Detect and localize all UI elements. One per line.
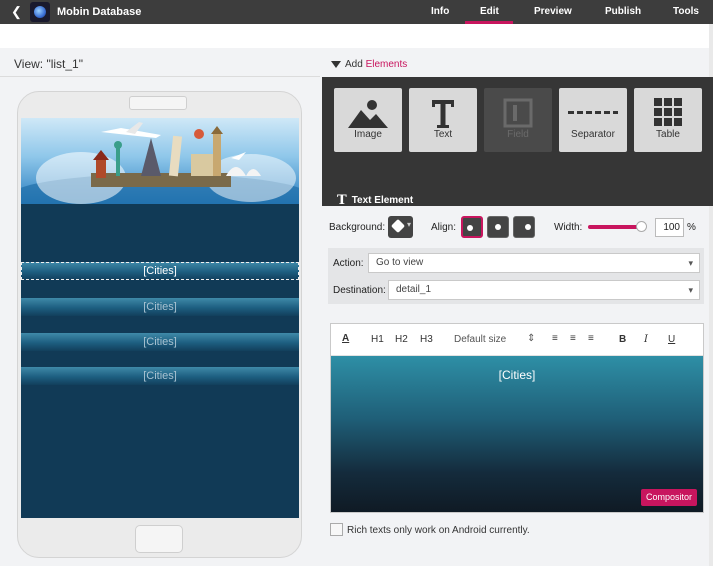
width-unit: % bbox=[687, 222, 696, 233]
add-elements-label: Add bbox=[345, 59, 363, 70]
width-input[interactable] bbox=[655, 218, 684, 237]
sub-header bbox=[0, 24, 713, 48]
align-center-button[interactable] bbox=[487, 216, 509, 238]
add-elements-toggle[interactable]: Add Elements bbox=[331, 59, 407, 70]
action-label: Action: bbox=[333, 258, 364, 269]
align-center-text-icon[interactable]: ≡ bbox=[570, 333, 576, 344]
tool-label: Image bbox=[354, 129, 382, 140]
tab-tools[interactable]: Tools bbox=[673, 6, 699, 17]
phone-screen: [Cities] [Cities] [Cities] [Cities] bbox=[21, 118, 299, 518]
text-icon bbox=[432, 100, 454, 128]
bold-button[interactable]: B bbox=[619, 334, 626, 345]
element-title: T Text Element bbox=[337, 193, 413, 208]
info-image-icon bbox=[330, 523, 343, 536]
text-icon: T bbox=[337, 193, 347, 208]
editor-toolbar: A H1 H2 H3 Default size ⇕ ≡ ≡ ≡ B I U bbox=[331, 324, 703, 356]
editor-text[interactable]: [Cities] bbox=[331, 368, 703, 382]
action-select[interactable]: Go to view bbox=[368, 253, 700, 273]
tool-label: Separator bbox=[571, 129, 615, 140]
android-note-text: Rich texts only work on Android currentl… bbox=[347, 525, 530, 536]
view-title: View: "list_1" bbox=[14, 57, 83, 71]
italic-button[interactable]: I bbox=[644, 334, 648, 345]
tool-table-button[interactable]: Table bbox=[634, 88, 702, 152]
tool-label: Table bbox=[656, 129, 680, 140]
phone-home-button bbox=[135, 525, 183, 553]
destination-select[interactable]: detail_1 bbox=[388, 280, 700, 300]
h1-button[interactable]: H1 bbox=[371, 334, 384, 345]
field-icon bbox=[503, 98, 533, 128]
font-size-select[interactable]: Default size bbox=[454, 334, 506, 345]
paint-bucket-icon bbox=[390, 218, 406, 234]
tab-publish[interactable]: Publish bbox=[605, 6, 641, 17]
align-right-icon bbox=[525, 224, 531, 230]
width-label: Width: bbox=[554, 222, 583, 233]
tool-label: Field bbox=[507, 129, 529, 140]
align-right-button[interactable] bbox=[513, 216, 535, 238]
align-left-button[interactable] bbox=[461, 216, 483, 238]
tool-text-button[interactable]: Text bbox=[409, 88, 477, 152]
destination-label: Destination: bbox=[333, 285, 386, 296]
sort-arrows-icon: ⇕ bbox=[527, 333, 536, 344]
h3-button[interactable]: H3 bbox=[420, 334, 433, 345]
background-picker-button[interactable] bbox=[388, 216, 413, 238]
table-icon bbox=[654, 98, 682, 126]
tool-field-button: Field bbox=[484, 88, 552, 152]
tool-label: Text bbox=[433, 129, 453, 140]
list-item[interactable]: [Cities] bbox=[21, 367, 299, 385]
android-note: Rich texts only work on Android currentl… bbox=[330, 523, 530, 536]
app-logo bbox=[30, 2, 50, 22]
underline-button[interactable]: U bbox=[668, 334, 675, 345]
list-item[interactable]: [Cities] bbox=[21, 298, 299, 316]
add-elements-highlight: Elements bbox=[365, 59, 408, 70]
width-slider-track[interactable] bbox=[588, 225, 643, 229]
list-item[interactable]: [Cities] bbox=[21, 262, 299, 280]
banner-illustration bbox=[21, 122, 299, 204]
travel-banner-image bbox=[21, 118, 299, 204]
image-icon bbox=[348, 100, 388, 128]
tab-edit[interactable]: Edit bbox=[480, 6, 499, 17]
compositor-button[interactable]: Compositor bbox=[640, 489, 697, 506]
divider bbox=[0, 76, 320, 77]
back-icon[interactable]: ❮ bbox=[11, 4, 22, 20]
separator-icon bbox=[568, 111, 618, 114]
align-right-text-icon[interactable]: ≡ bbox=[588, 333, 594, 344]
app-title: Mobin Database bbox=[57, 6, 142, 18]
align-left-text-icon[interactable]: ≡ bbox=[552, 333, 558, 344]
align-label: Align: bbox=[431, 222, 457, 233]
tab-info[interactable]: Info bbox=[431, 6, 449, 17]
tool-image-button[interactable]: Image bbox=[334, 88, 402, 152]
rich-text-editor: A H1 H2 H3 Default size ⇕ ≡ ≡ ≡ B I U [C… bbox=[330, 323, 704, 513]
tool-separator-button[interactable]: Separator bbox=[559, 88, 627, 152]
phone-speaker bbox=[129, 96, 187, 110]
h2-button[interactable]: H2 bbox=[395, 334, 408, 345]
width-slider-handle[interactable] bbox=[636, 221, 647, 232]
editor-content[interactable]: [Cities] Compositor bbox=[331, 356, 703, 512]
top-bar: ❮ Mobin Database Info Edit Preview Publi… bbox=[0, 0, 713, 24]
align-left-icon bbox=[467, 225, 473, 231]
list-item[interactable]: [Cities] bbox=[21, 333, 299, 351]
element-title-label: Text Element bbox=[351, 195, 414, 206]
triangle-down-icon bbox=[331, 60, 341, 68]
background-label: Background: bbox=[329, 222, 386, 233]
tab-preview[interactable]: Preview bbox=[534, 6, 572, 17]
align-center-icon bbox=[495, 224, 501, 230]
text-color-icon[interactable]: A bbox=[342, 333, 349, 344]
